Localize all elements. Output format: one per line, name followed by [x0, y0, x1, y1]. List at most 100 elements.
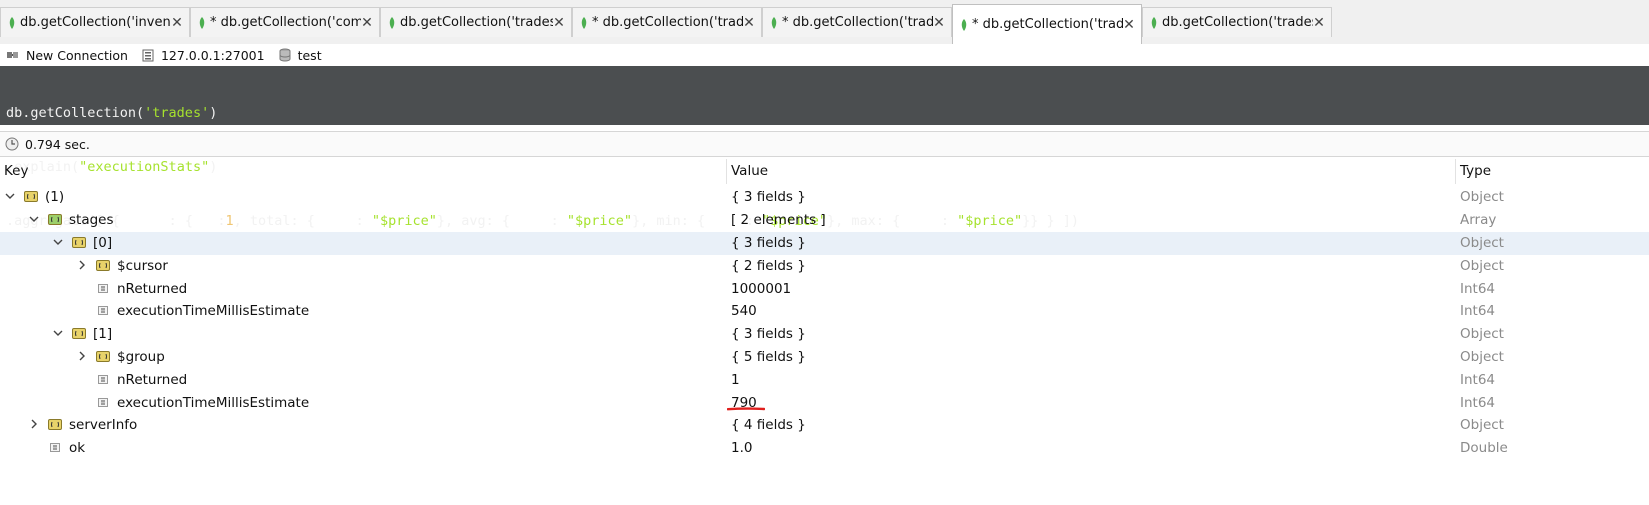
close-icon[interactable]: ✕	[743, 15, 755, 31]
row-value: 540	[731, 303, 757, 319]
connection-name: New Connection	[26, 47, 128, 63]
column-header-type[interactable]: Type	[1460, 163, 1491, 179]
query-status-bar: 0.794 sec.	[0, 131, 1649, 157]
row-type: Int64	[1460, 395, 1496, 411]
tab-label: db.getCollection('trades')...	[400, 15, 553, 30]
chevron-down-icon[interactable]	[29, 214, 39, 224]
chevron-right-icon[interactable]	[77, 351, 87, 361]
array-field-icon	[48, 214, 62, 225]
tree-row[interactable]: executionTimeMillisEstimate 790 Int64	[0, 392, 1649, 415]
mongodb-leaf-icon	[9, 16, 15, 29]
row-type: Int64	[1460, 281, 1496, 297]
number-field-icon	[98, 375, 108, 384]
tab-2[interactable]: db.getCollection('trades')... ✕	[380, 7, 572, 37]
tab-4[interactable]: * db.getCollection('trade... ✕	[762, 7, 952, 37]
connection-plug-icon	[7, 52, 18, 58]
tree-row[interactable]: nReturned 1000001 Int64	[0, 278, 1649, 301]
row-value: { 4 fields }	[731, 417, 806, 433]
double-field-icon	[50, 443, 60, 452]
mongodb-leaf-icon	[581, 16, 587, 29]
tree-row[interactable]: nReturned 1 Int64	[0, 369, 1649, 392]
column-divider[interactable]	[726, 159, 727, 184]
column-header-key[interactable]: Key	[4, 163, 28, 179]
clock-icon	[5, 137, 19, 151]
row-type: Object	[1460, 417, 1504, 433]
close-icon[interactable]: ✕	[1313, 15, 1325, 31]
close-icon[interactable]: ✕	[553, 15, 565, 31]
row-key: (1)	[45, 189, 65, 205]
execution-time: 0.794 sec.	[25, 136, 90, 152]
tab-3[interactable]: * db.getCollection('trade... ✕	[572, 7, 762, 37]
row-key: [0]	[93, 235, 113, 251]
database-item[interactable]: test	[279, 48, 322, 63]
tree-row[interactable]: executionTimeMillisEstimate 540 Int64	[0, 300, 1649, 323]
row-type: Object	[1460, 258, 1504, 274]
tab-label: * db.getCollection('comp...	[210, 15, 361, 30]
object-field-icon	[24, 191, 38, 202]
tree-row[interactable]: $group { 5 fields } Object	[0, 346, 1649, 369]
connection-bar: New Connection 127.0.0.1:27001 test	[0, 44, 1649, 66]
object-field-icon	[48, 419, 62, 430]
connection-name-item[interactable]: New Connection	[6, 48, 128, 63]
tree-row[interactable]: serverInfo { 4 fields } Object	[0, 414, 1649, 437]
row-key: ok	[69, 440, 86, 456]
tree-row[interactable]: (1) { 3 fields } Object	[0, 186, 1649, 209]
object-field-icon	[96, 351, 110, 362]
row-key: nReturned	[117, 372, 188, 388]
tab-5-active[interactable]: * db.getCollection('trade... ✕	[952, 4, 1142, 44]
query-editor[interactable]: db.getCollection('trades') .explain("exe…	[0, 66, 1649, 229]
number-field-icon	[98, 398, 108, 407]
row-value: { 2 fields }	[731, 258, 806, 274]
chevron-right-icon[interactable]	[29, 419, 39, 429]
tab-6[interactable]: db.getCollection('trades').... ✕	[1142, 7, 1332, 37]
tab-label: * db.getCollection('trade...	[972, 17, 1123, 32]
server-address-item[interactable]: 127.0.0.1:27001	[142, 48, 265, 63]
tree-row[interactable]: ok 1.0 Double	[0, 437, 1649, 460]
tab-1[interactable]: * db.getCollection('comp... ✕	[190, 7, 380, 37]
tree-row[interactable]: [1] { 3 fields } Object	[0, 323, 1649, 346]
chevron-down-icon[interactable]	[53, 328, 63, 338]
mongodb-leaf-icon	[389, 16, 395, 29]
row-key: nReturned	[117, 281, 188, 297]
tab-label: db.getCollection('inventor...	[20, 15, 171, 30]
close-icon[interactable]: ✕	[171, 15, 183, 31]
row-value: [ 2 elements ]	[731, 212, 826, 228]
code-token: db.getCollection(	[6, 105, 145, 121]
close-icon[interactable]: ✕	[1123, 17, 1135, 33]
tree-header: Key Value Type	[0, 159, 1649, 184]
mongodb-leaf-icon	[961, 18, 967, 31]
row-value: { 3 fields }	[731, 189, 806, 205]
tree-row[interactable]: [0] { 3 fields } Object	[0, 232, 1649, 255]
row-value: 1	[731, 372, 740, 388]
row-value: { 3 fields }	[731, 235, 806, 251]
row-type: Array	[1460, 212, 1497, 228]
database-icon	[279, 48, 291, 62]
column-divider[interactable]	[1455, 159, 1456, 184]
row-type: Int64	[1460, 303, 1496, 319]
row-key: executionTimeMillisEstimate	[117, 395, 310, 411]
object-field-icon	[96, 260, 110, 271]
chevron-down-icon[interactable]	[53, 237, 63, 247]
column-header-value[interactable]: Value	[731, 163, 768, 179]
row-type: Object	[1460, 326, 1504, 342]
row-key: $group	[117, 349, 165, 365]
tree-row[interactable]: $cursor { 2 fields } Object	[0, 255, 1649, 278]
tree-row[interactable]: stages [ 2 elements ] Array	[0, 209, 1649, 232]
code-token: 'trades'	[144, 105, 210, 121]
row-key: [1]	[93, 326, 113, 342]
chevron-right-icon[interactable]	[77, 260, 87, 270]
tab-label: db.getCollection('trades')....	[1162, 15, 1313, 30]
number-field-icon	[98, 306, 108, 315]
row-key: stages	[69, 212, 114, 228]
row-type: Object	[1460, 189, 1504, 205]
chevron-down-icon[interactable]	[5, 191, 15, 201]
tab-0[interactable]: db.getCollection('inventor... ✕	[0, 7, 190, 37]
mongodb-leaf-icon	[771, 16, 777, 29]
mongodb-leaf-icon	[1151, 16, 1157, 29]
row-value: 1000001	[731, 281, 792, 297]
mongodb-leaf-icon	[199, 16, 205, 29]
close-icon[interactable]: ✕	[361, 15, 373, 31]
query-line-1: db.getCollection('trades')	[6, 104, 1649, 122]
close-icon[interactable]: ✕	[933, 15, 945, 31]
row-type: Double	[1460, 440, 1508, 456]
